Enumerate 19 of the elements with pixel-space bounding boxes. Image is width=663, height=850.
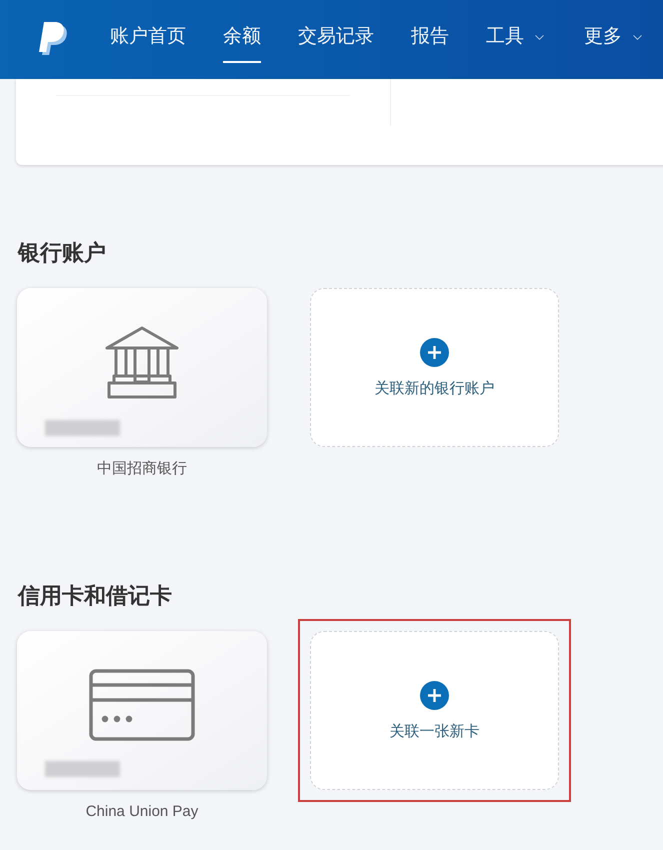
plus-icon	[420, 338, 449, 367]
section-heading: 银行账户	[18, 241, 106, 265]
nav-tab[interactable]: 交易记录	[298, 24, 374, 63]
nav-tab[interactable]: 工具	[486, 24, 547, 63]
credit-card-icon	[89, 669, 195, 741]
nav-tab[interactable]: 余额	[223, 24, 261, 63]
account-card[interactable]	[17, 288, 267, 447]
add-account-button[interactable]: 关联一张新卡	[310, 631, 559, 790]
section-heading: 信用卡和借记卡	[18, 584, 172, 608]
account-card[interactable]	[17, 631, 267, 790]
nav-tab[interactable]: 账户首页	[110, 24, 186, 63]
nav-tab[interactable]: 报告	[411, 24, 449, 63]
account-caption: China Union Pay	[86, 802, 198, 822]
account-caption: 中国招商银行	[97, 459, 187, 479]
plus-icon	[420, 681, 449, 710]
bank-icon	[104, 326, 180, 400]
nav-tab[interactable]: 更多	[584, 24, 645, 63]
logo-icon[interactable]	[38, 22, 68, 56]
add-account-button[interactable]: 关联新的银行账户	[310, 288, 559, 447]
